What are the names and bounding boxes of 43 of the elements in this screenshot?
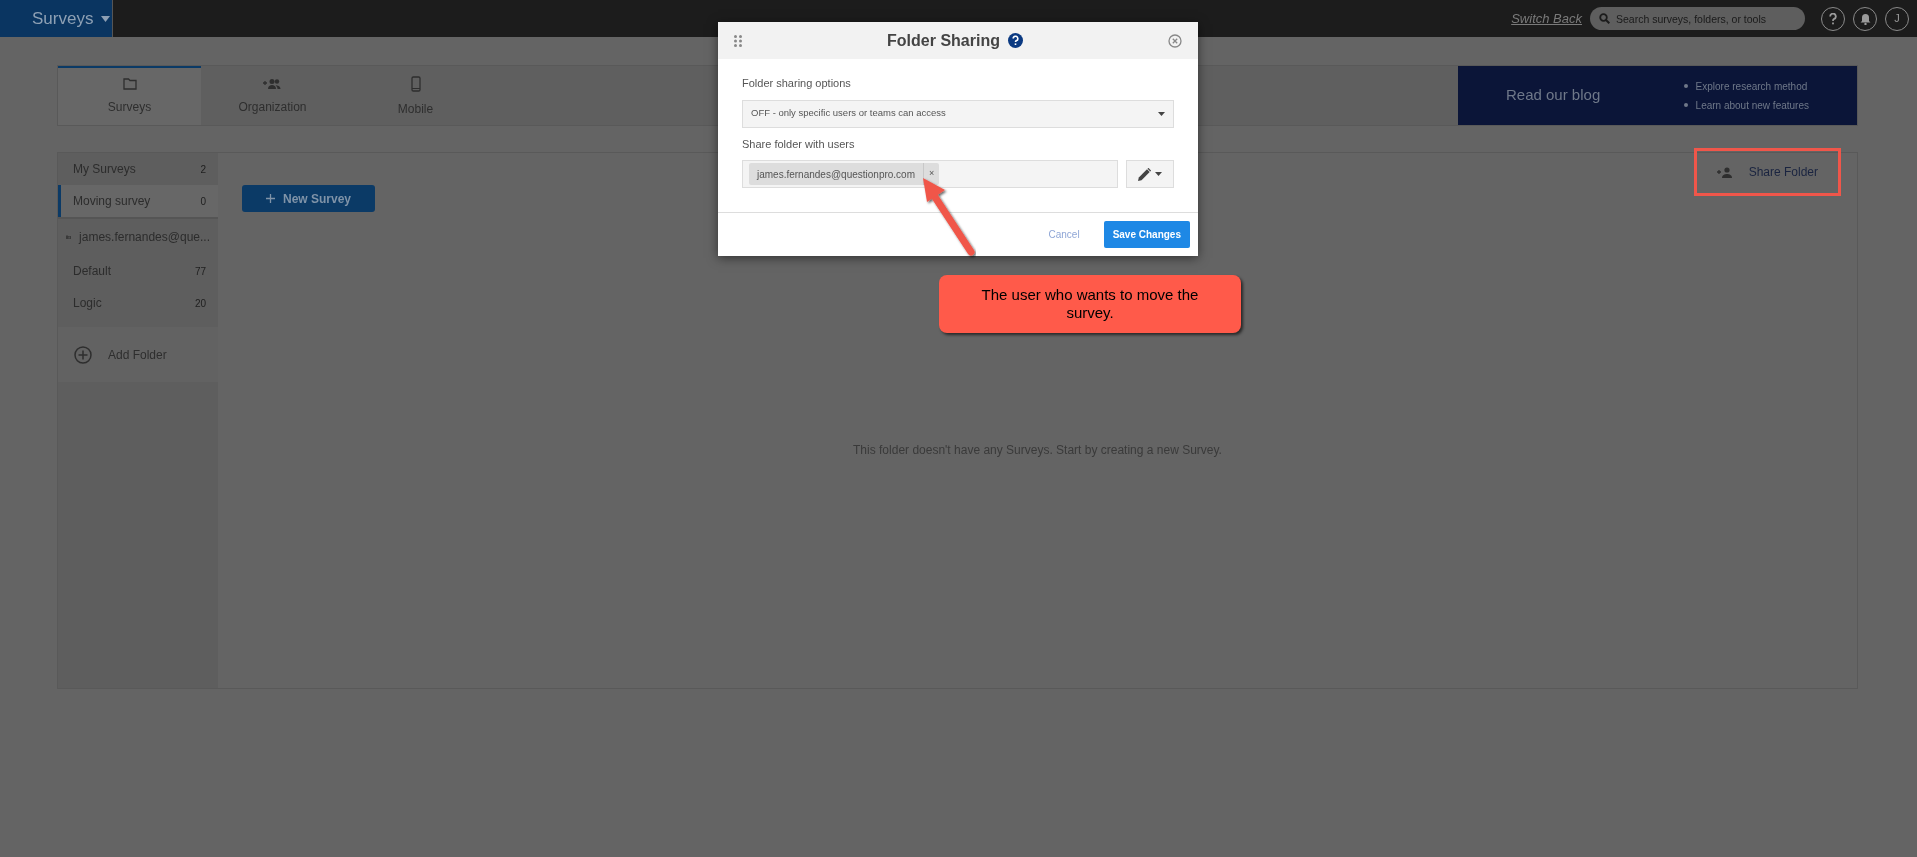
close-button[interactable]: [1168, 33, 1182, 48]
blog-banner[interactable]: Read our blog Explore research method Learn about new features: [1458, 66, 1857, 125]
field-label: Folder sharing options: [742, 76, 852, 91]
drag-handle-icon: [734, 34, 742, 47]
new-survey-button[interactable]: New Survey: [242, 185, 375, 212]
add-people-icon: [262, 77, 283, 90]
share-folder-button[interactable]: Share Folder: [1700, 155, 1834, 189]
cancel-link[interactable]: Cancel: [1048, 227, 1080, 242]
bullet-icon: [1683, 84, 1688, 88]
folder-count: 2: [200, 162, 206, 177]
folder-count: 77: [194, 264, 206, 279]
folder-icon: [122, 77, 137, 90]
caret-icon: [1158, 111, 1165, 116]
switch-back-link[interactable]: Switch Back: [1511, 8, 1582, 29]
search-field[interactable]: Search surveys, folders, or tools: [1590, 7, 1805, 30]
caret-icon: [1155, 172, 1162, 176]
blog-point: Explore research method: [1695, 79, 1808, 94]
save-changes-button[interactable]: Save Changes: [1103, 221, 1190, 248]
caret-icon: [101, 15, 111, 22]
edit-permission-button[interactable]: [1126, 160, 1174, 188]
sharing-select[interactable]: OFF - only specific users or teams can access: [742, 99, 1174, 128]
help-icon: [1829, 12, 1837, 25]
help-icon: [1007, 33, 1023, 48]
add-person-icon: [1716, 166, 1733, 178]
callout-note: The user who wants to move the survey.: [939, 275, 1241, 333]
user-email: james.fernandes@questionpro.com: [755, 167, 916, 182]
bullet-icon: [1683, 103, 1688, 107]
blog-point: Learn about new features: [1695, 98, 1809, 113]
plus-icon: [265, 194, 275, 203]
field-label: Share folder with users: [742, 136, 856, 152]
folder-count: 0: [200, 194, 206, 209]
blog-title: Read our blog: [1505, 85, 1601, 106]
dialog-title: Folder Sharing: [887, 30, 1000, 51]
close-icon: [1168, 33, 1182, 48]
add-circle-icon: [74, 345, 92, 364]
shared-folder-icon: [66, 232, 72, 242]
folder-item[interactable]: Moving survey 0: [58, 185, 218, 217]
phone-icon: [410, 75, 421, 92]
users-field[interactable]: james.fernandes@questionpro.com ×: [742, 160, 1118, 188]
bell-icon: [1859, 12, 1871, 25]
pencil-icon: [1138, 167, 1151, 181]
folder-count: 20: [194, 296, 206, 311]
tab[interactable]: Surveys: [58, 66, 201, 125]
